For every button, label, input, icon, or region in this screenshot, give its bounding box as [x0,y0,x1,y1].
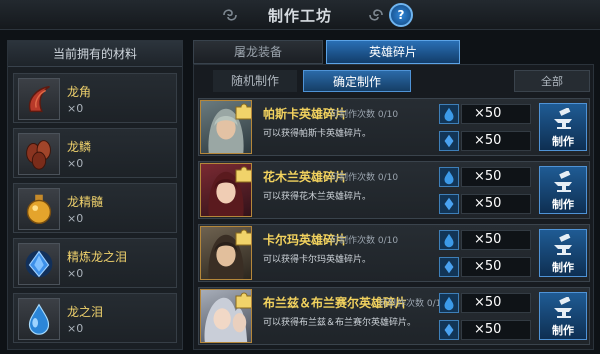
material-count: ×0 [67,267,84,280]
craft-button-label: 制作 [552,324,574,337]
material-name: 龙角 [67,85,92,99]
title-bar: 制作工坊 ? [0,0,600,30]
cost-value: ×50 [474,133,502,148]
material-item-dragon-essence[interactable]: 龙精髓 ×0 [13,183,177,233]
material-count: ×0 [67,157,84,170]
recipe-row: 花木兰英雄碎片 可制作次数 0/10 可以获得花木兰英雄碎片。 ×50 ×50 … [198,161,590,219]
dragon-scale-icon [18,133,60,175]
craft-button-label: 制作 [552,135,574,148]
cost-value: ×50 [474,232,502,247]
subtab-random-craft[interactable]: 随机制作 [213,70,297,92]
dragon-essence-icon [18,188,60,230]
cost-value: ×50 [474,169,502,184]
dragon-tear-icon [439,167,459,187]
refined-dragon-tear-icon [439,194,459,214]
dragon-tear-icon [18,298,60,340]
materials-header: 当前拥有的材料 [8,41,182,67]
anvil-icon [554,108,572,129]
material-count: ×0 [67,322,84,335]
craft-button[interactable]: 制作 [539,229,587,277]
materials-panel: 当前拥有的材料 龙角 ×0 龙鳞 ×0 龙精髓 ×0 精炼龙之泪 ×0 龙之泪 … [7,40,183,350]
hero-portrait [200,163,252,217]
craft-button[interactable]: 制作 [539,166,587,214]
ornament-icon [369,9,383,21]
hero-portrait [200,226,252,280]
cost-value: ×50 [474,196,502,211]
cost-value: ×50 [474,106,502,121]
material-item-refined-dragon-tear[interactable]: 精炼龙之泪 ×0 [13,238,177,288]
craft-button-label: 制作 [552,261,574,274]
help-button[interactable]: ? [389,3,413,27]
material-count: ×0 [67,212,84,225]
refined-dragon-tear-icon [439,131,459,151]
dragon-tear-icon [439,230,459,250]
craft-button-label: 制作 [552,198,574,211]
craft-count: 可制作次数 0/10 [330,236,399,246]
craft-count: 可制作次数 0/10 [330,173,399,183]
material-name: 龙精髓 [67,195,104,209]
refined-dragon-tear-icon [439,320,459,340]
material-name: 龙鳞 [67,140,92,154]
refined-dragon-tear-icon [439,257,459,277]
dragon-tear-icon [439,104,459,124]
craft-button[interactable]: 制作 [539,103,587,151]
refined-dragon-tear-icon [18,243,60,285]
filter-all-dropdown[interactable]: 全部 [514,70,590,92]
material-item-dragon-horn[interactable]: 龙角 ×0 [13,73,177,123]
material-item-dragon-tear[interactable]: 龙之泪 ×0 [13,293,177,343]
material-name: 龙之泪 [67,305,104,319]
page-title: 制作工坊 [267,7,332,25]
dragon-horn-icon [18,78,60,120]
tab-dragon-slayer-equipment[interactable]: 屠龙装备 [193,40,323,64]
tab-hero-fragments[interactable]: 英雄碎片 [326,40,460,64]
cost-value: ×50 [474,259,502,274]
craft-count: 可制作次数 0/10 [379,299,448,309]
hero-fragment-desc: 可以获得花木兰英雄碎片。 [263,192,372,202]
material-name: 精炼龙之泪 [67,250,128,264]
anvil-icon [554,234,572,255]
material-count: ×0 [67,102,84,115]
material-item-dragon-scale[interactable]: 龙鳞 ×0 [13,128,177,178]
hero-portrait [200,100,252,154]
dragon-tear-icon [439,293,459,313]
hero-fragment-desc: 可以获得帕斯卡英雄碎片。 [263,129,372,139]
craft-count: 可制作次数 0/10 [330,110,399,120]
puzzle-piece-icon [235,292,251,309]
recipe-row: 布兰兹＆布兰赛尔英雄碎片 可制作次数 0/10 可以获得布兰兹＆布兰赛尔英雄碎片… [198,287,590,345]
cost-value: ×50 [474,295,502,310]
puzzle-piece-icon [235,166,251,183]
recipe-row: 卡尔玛英雄碎片 可制作次数 0/10 可以获得卡尔玛英雄碎片。 ×50 ×50 … [198,224,590,282]
craft-button[interactable]: 制作 [539,292,587,340]
anvil-icon [554,171,572,192]
hero-fragment-desc: 可以获得布兰兹＆布兰赛尔英雄碎片。 [263,318,417,328]
hero-fragment-desc: 可以获得卡尔玛英雄碎片。 [263,255,372,265]
recipe-row: 帕斯卡英雄碎片 可制作次数 0/10 可以获得帕斯卡英雄碎片。 ×50 ×50 … [198,98,590,156]
hero-portrait [200,289,252,343]
cost-value: ×50 [474,322,502,337]
anvil-icon [554,297,572,318]
subtab-confirm-craft[interactable]: 确定制作 [303,70,411,92]
puzzle-piece-icon [235,229,251,246]
puzzle-piece-icon [235,103,251,120]
